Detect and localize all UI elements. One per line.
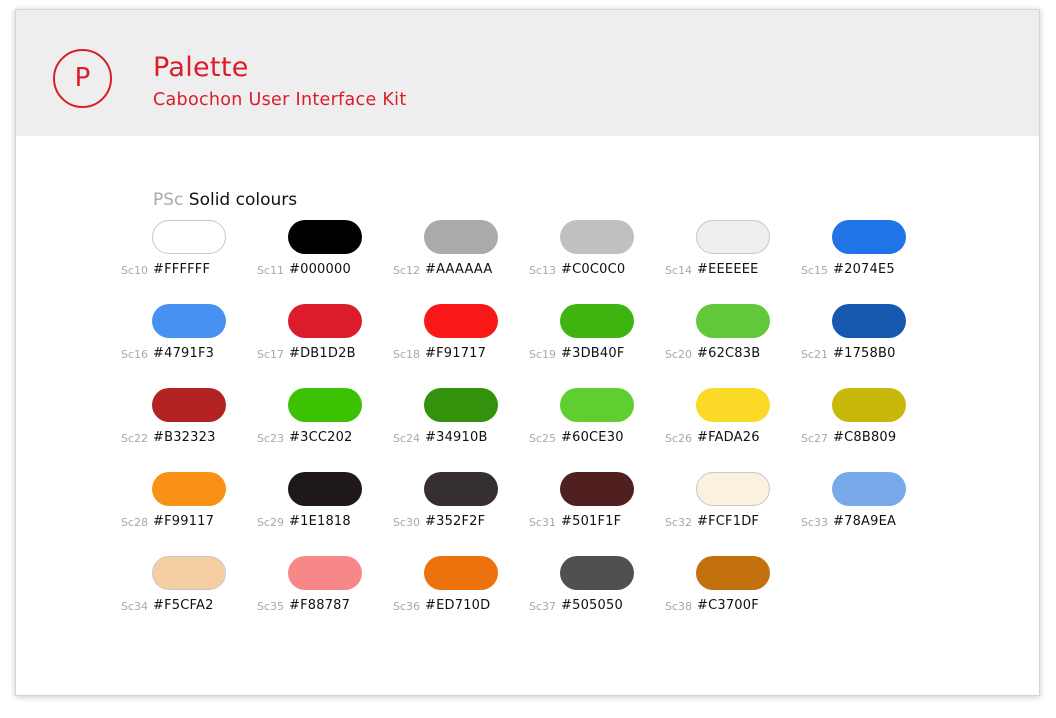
- swatch-code: Sc32: [664, 516, 692, 529]
- swatch-code: Sc11: [256, 264, 284, 277]
- swatch-sc10[interactable]: Sc10 #FFFFFF: [16, 220, 226, 290]
- swatch-sc37[interactable]: Sc37 #505050: [424, 556, 634, 626]
- swatch-sc15[interactable]: Sc15 #2074E5: [696, 220, 906, 290]
- swatch-code: Sc15: [800, 264, 828, 277]
- swatch-sc35[interactable]: Sc35 #F88787: [152, 556, 362, 626]
- swatch-sc14[interactable]: Sc14 #EEEEEE: [560, 220, 770, 290]
- swatch-code: Sc37: [528, 600, 556, 613]
- swatch-sc38[interactable]: Sc38 #C3700F: [560, 556, 770, 626]
- swatch-sc23[interactable]: Sc23 #3CC202: [152, 388, 362, 458]
- swatch-code: Sc24: [392, 432, 420, 445]
- swatch-code: Sc31: [528, 516, 556, 529]
- swatch-code: Sc35: [256, 600, 284, 613]
- swatch-code: Sc36: [392, 600, 420, 613]
- swatch-code: Sc33: [800, 516, 828, 529]
- swatch-hex: #78A9EA: [833, 514, 897, 529]
- swatch-sc36[interactable]: Sc36 #ED710D: [288, 556, 498, 626]
- swatch-code: Sc16: [120, 348, 148, 361]
- swatch-grid: Sc10 #FFFFFF Sc11 #000000 Sc12 #AAAAAA Sc13 #C0…: [16, 10, 1039, 695]
- palette-card: P Palette Cabochon User Interface Kit PS…: [15, 9, 1040, 696]
- color-swatch[interactable]: [832, 220, 906, 254]
- swatch-code: Sc25: [528, 432, 556, 445]
- swatch-hex: #2074E5: [833, 262, 895, 277]
- swatch-code: Sc13: [528, 264, 556, 277]
- swatch-sc12[interactable]: Sc12 #AAAAAA: [288, 220, 498, 290]
- swatch-sc34[interactable]: Sc34 #F5CFA2: [16, 556, 226, 626]
- swatch-code: Sc21: [800, 348, 828, 361]
- swatch-code: Sc22: [120, 432, 148, 445]
- swatch-code: Sc27: [800, 432, 828, 445]
- swatch-sc33[interactable]: Sc33 #78A9EA: [696, 472, 906, 542]
- swatch-sc31[interactable]: Sc31 #501F1F: [424, 472, 634, 542]
- swatch-code: Sc10: [120, 264, 148, 277]
- swatch-code: Sc30: [392, 516, 420, 529]
- swatch-sc26[interactable]: Sc26 #FADA26: [560, 388, 770, 458]
- swatch-hex: #C8B809: [833, 430, 897, 445]
- swatch-code: Sc18: [392, 348, 420, 361]
- swatch-code: Sc26: [664, 432, 692, 445]
- swatch-sc29[interactable]: Sc29 #1E1818: [152, 472, 362, 542]
- swatch-sc17[interactable]: Sc17 #DB1D2B: [152, 304, 362, 374]
- swatch-sc24[interactable]: Sc24 #34910B: [288, 388, 498, 458]
- swatch-sc30[interactable]: Sc30 #352F2F: [288, 472, 498, 542]
- color-swatch[interactable]: [696, 556, 770, 590]
- color-swatch[interactable]: [832, 388, 906, 422]
- swatch-sc25[interactable]: Sc25 #60CE30: [424, 388, 634, 458]
- swatch-sc21[interactable]: Sc21 #1758B0: [696, 304, 906, 374]
- swatch-code: Sc29: [256, 516, 284, 529]
- swatch-hex: #C3700F: [697, 598, 759, 613]
- color-swatch[interactable]: [832, 304, 906, 338]
- swatch-code: Sc23: [256, 432, 284, 445]
- color-swatch[interactable]: [832, 472, 906, 506]
- swatch-code: Sc17: [256, 348, 284, 361]
- swatch-code: Sc14: [664, 264, 692, 277]
- swatch-code: Sc38: [664, 600, 692, 613]
- swatch-sc19[interactable]: Sc19 #3DB40F: [424, 304, 634, 374]
- swatch-sc18[interactable]: Sc18 #F91717: [288, 304, 498, 374]
- swatch-code: Sc19: [528, 348, 556, 361]
- swatch-code: Sc20: [664, 348, 692, 361]
- swatch-sc32[interactable]: Sc32 #FCF1DF: [560, 472, 770, 542]
- swatch-code: Sc28: [120, 516, 148, 529]
- swatch-sc16[interactable]: Sc16 #4791F3: [16, 304, 226, 374]
- swatch-code: Sc34: [120, 600, 148, 613]
- swatch-sc20[interactable]: Sc20 #62C83B: [560, 304, 770, 374]
- swatch-code: Sc12: [392, 264, 420, 277]
- swatch-sc22[interactable]: Sc22 #B32323: [16, 388, 226, 458]
- swatch-hex: #1758B0: [833, 346, 896, 361]
- swatch-sc28[interactable]: Sc28 #F99117: [16, 472, 226, 542]
- swatch-sc13[interactable]: Sc13 #C0C0C0: [424, 220, 634, 290]
- swatch-sc11[interactable]: Sc11 #000000: [152, 220, 362, 290]
- swatch-sc27[interactable]: Sc27 #C8B809: [696, 388, 906, 458]
